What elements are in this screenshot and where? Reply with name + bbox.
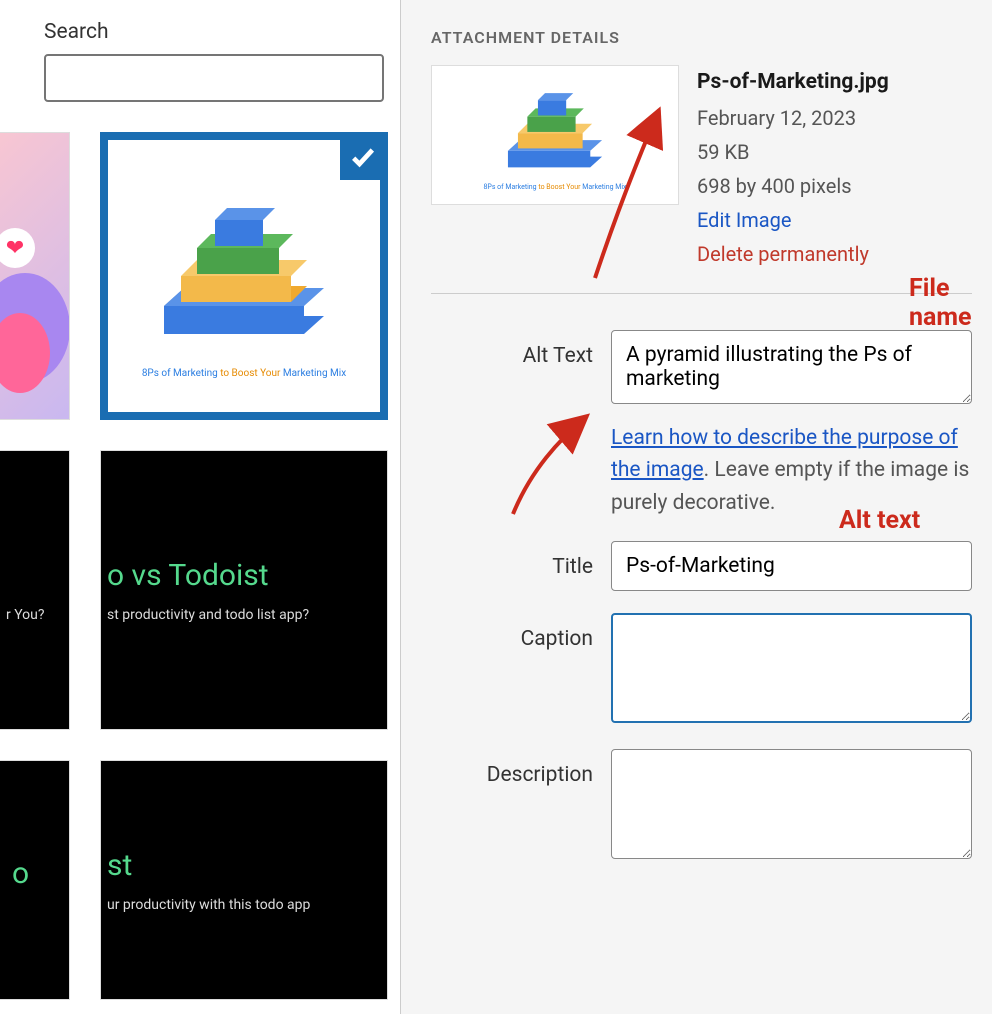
- media-thumb-partial-2[interactable]: r You?: [0, 450, 70, 730]
- panel-heading: ATTACHMENT DETAILS: [431, 28, 972, 47]
- media-thumb-todoist[interactable]: o vs Todoist st productivity and todo li…: [100, 450, 388, 730]
- caption-label: Caption: [431, 613, 611, 651]
- heart-icon: ❤: [0, 228, 35, 268]
- thumb-title: o: [12, 856, 29, 891]
- title-input[interactable]: [611, 541, 972, 591]
- search-input[interactable]: [44, 54, 384, 102]
- thumb-title: o vs Todoist: [107, 558, 269, 593]
- alt-text-input[interactable]: A pyramid illustrating the Ps of marketi…: [611, 330, 972, 404]
- pyramid-image: 8Ps of Marketing to Boost Your Marketing…: [108, 140, 380, 412]
- illustration-thumb: ❤: [0, 133, 69, 419]
- attachment-dimensions: 698 by 400 pixels: [697, 169, 889, 203]
- search-label: Search: [44, 20, 392, 44]
- attachment-details-panel: ATTACHMENT DETAILS 8Ps of Marketing to B…: [400, 0, 992, 1014]
- media-thumb-partial[interactable]: ❤: [0, 132, 70, 420]
- attachment-filename: Ps-of-Marketing.jpg: [697, 65, 889, 101]
- description-input[interactable]: [611, 749, 972, 859]
- edit-image-link[interactable]: Edit Image: [697, 203, 889, 237]
- attachment-size: 59 KB: [697, 135, 889, 169]
- selected-check-icon[interactable]: [340, 134, 386, 180]
- caption-input[interactable]: [611, 613, 972, 723]
- media-grid-pane: Search ❤: [0, 0, 400, 1014]
- thumb-sub: ur productivity with this todo app: [107, 897, 310, 913]
- attachment-date: February 12, 2023: [697, 101, 889, 135]
- attachment-preview: 8Ps of Marketing to Boost Your Marketing…: [431, 65, 679, 205]
- media-thumb-st[interactable]: st ur productivity with this todo app: [100, 760, 388, 1000]
- thumb-text: r You?: [6, 607, 45, 623]
- title-label: Title: [431, 541, 611, 579]
- delete-permanently-link[interactable]: Delete permanently: [697, 237, 889, 271]
- thumb-title: st: [107, 848, 132, 883]
- thumb-sub: st productivity and todo list app?: [107, 607, 309, 623]
- alt-text-help: Learn how to describe the purpose of the…: [611, 422, 972, 520]
- media-thumb-selected[interactable]: 8Ps of Marketing to Boost Your Marketing…: [100, 132, 388, 420]
- alt-text-label: Alt Text: [431, 330, 611, 368]
- media-thumb-partial-3[interactable]: o: [0, 760, 70, 1000]
- description-label: Description: [431, 749, 611, 787]
